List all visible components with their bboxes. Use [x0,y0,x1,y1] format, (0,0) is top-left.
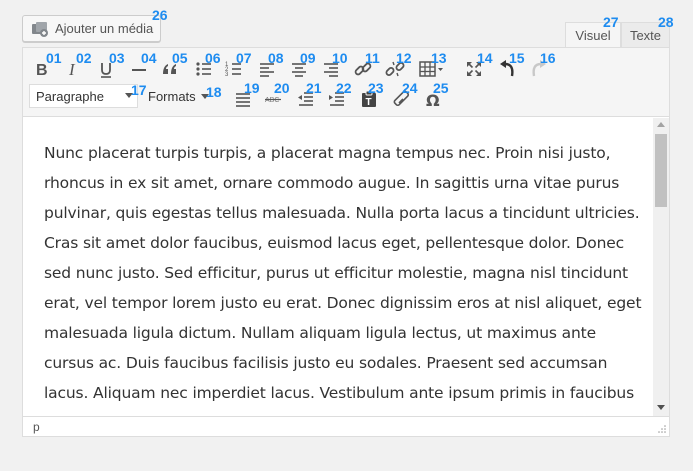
tab-texte-label: Texte [629,27,662,43]
marker-28: 28 [658,14,674,30]
marker-18: 18 [206,84,222,100]
editor: B 01 I 02 03 04 05 06 123 07 08 09 10 11… [22,47,670,437]
marker-05: 05 [172,50,188,66]
marker-03: 03 [109,50,125,66]
svg-text:3: 3 [225,72,229,78]
formats-menu[interactable]: Formats [148,86,209,106]
add-media-button[interactable]: Ajouter un média [22,15,161,42]
paragraph-format-select[interactable]: Paragraphe [29,84,138,108]
marker-07: 07 [236,50,252,66]
resize-handle-icon[interactable] [657,424,667,434]
svg-text:I: I [68,60,76,79]
marker-27: 27 [603,14,619,30]
marker-17: 17 [131,82,147,98]
marker-09: 09 [300,50,316,66]
marker-25: 25 [433,80,449,96]
editor-scrollbar[interactable] [653,118,669,416]
scrollbar-thumb[interactable] [655,134,667,207]
marker-11: 11 [365,50,380,66]
marker-06: 06 [205,50,221,66]
scroll-up-icon[interactable] [657,122,665,127]
marker-26: 26 [152,7,168,23]
marker-20: 20 [274,80,290,96]
marker-24: 24 [402,80,418,96]
marker-08: 08 [268,50,284,66]
tab-visuel-label: Visuel [575,28,611,43]
media-icon [32,21,48,37]
marker-23: 23 [368,80,384,96]
element-path[interactable]: p [33,420,40,434]
marker-19: 19 [244,80,260,96]
scroll-down-icon[interactable] [657,405,665,410]
marker-16: 16 [540,50,556,66]
formats-label: Formats [148,88,196,104]
svg-text:ABC: ABC [265,97,279,104]
editor-content-area[interactable]: Nunc placerat turpis turpis, a placerat … [23,118,653,416]
add-media-label: Ajouter un média [55,21,154,36]
editor-status-bar: p [23,416,669,436]
marker-02: 02 [76,50,92,66]
marker-22: 22 [336,80,352,96]
editor-content-text: Nunc placerat turpis turpis, a placerat … [44,144,642,416]
marker-10: 10 [332,50,348,66]
paragraph-format-value: Paragraphe [36,88,104,104]
marker-14: 14 [477,50,493,66]
marker-13: 13 [431,50,447,66]
marker-12: 12 [396,50,412,66]
marker-21: 21 [306,80,322,96]
marker-04: 04 [141,50,157,66]
marker-15: 15 [509,50,525,66]
editor-toolbar: B 01 I 02 03 04 05 06 123 07 08 09 10 11… [23,48,669,117]
svg-text:T: T [366,97,372,108]
